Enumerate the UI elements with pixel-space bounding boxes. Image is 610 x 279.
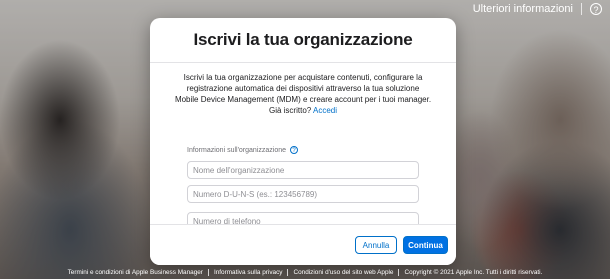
dialog-header: Iscrivi la tua organizzazione [150, 18, 456, 63]
org-name-input[interactable] [187, 161, 419, 179]
org-info-label-text: Informazioni sull'organizzazione [187, 146, 286, 154]
site-terms-link[interactable]: Condizioni d'uso del sito web Apple [293, 269, 393, 276]
terms-link[interactable]: Termini e condizioni di Apple Business M… [68, 269, 203, 276]
duns-number-input[interactable] [187, 185, 419, 203]
sign-in-link[interactable]: Accedi [313, 106, 337, 115]
topbar-right: Ulteriori informazioni ? [473, 2, 602, 16]
phone-number-input[interactable] [187, 212, 419, 224]
info-icon[interactable]: ? [290, 146, 298, 154]
dialog-body: Iscrivi la tua organizzazione per acquis… [150, 63, 456, 224]
copyright-text: Copyright © 2021 Apple Inc. Tutti i diri… [404, 269, 543, 276]
footer-divider [287, 269, 289, 276]
continue-button[interactable]: Continua [403, 236, 448, 254]
dialog-footer: Annulla Continua [150, 224, 456, 265]
cancel-button[interactable]: Annulla [355, 236, 397, 254]
page-footer: Termini e condizioni di Apple Business M… [0, 266, 610, 279]
footer-divider [207, 269, 209, 276]
enroll-dialog: Iscrivi la tua organizzazione Iscrivi la… [150, 18, 456, 265]
dialog-title: Iscrivi la tua organizzazione [193, 30, 413, 49]
help-icon[interactable]: ? [590, 3, 602, 15]
footer-divider [398, 269, 400, 276]
topbar-divider [581, 3, 582, 15]
org-info-label: Informazioni sull'organizzazione ? [187, 146, 298, 154]
privacy-link[interactable]: Informativa sulla privacy [214, 269, 283, 276]
intro-paragraph: Iscrivi la tua organizzazione per acquis… [174, 72, 432, 116]
apple-logo-icon[interactable] [3, 2, 13, 14]
more-info-link[interactable]: Ulteriori informazioni [473, 2, 573, 16]
intro-text: Iscrivi la tua organizzazione per acquis… [174, 73, 432, 115]
